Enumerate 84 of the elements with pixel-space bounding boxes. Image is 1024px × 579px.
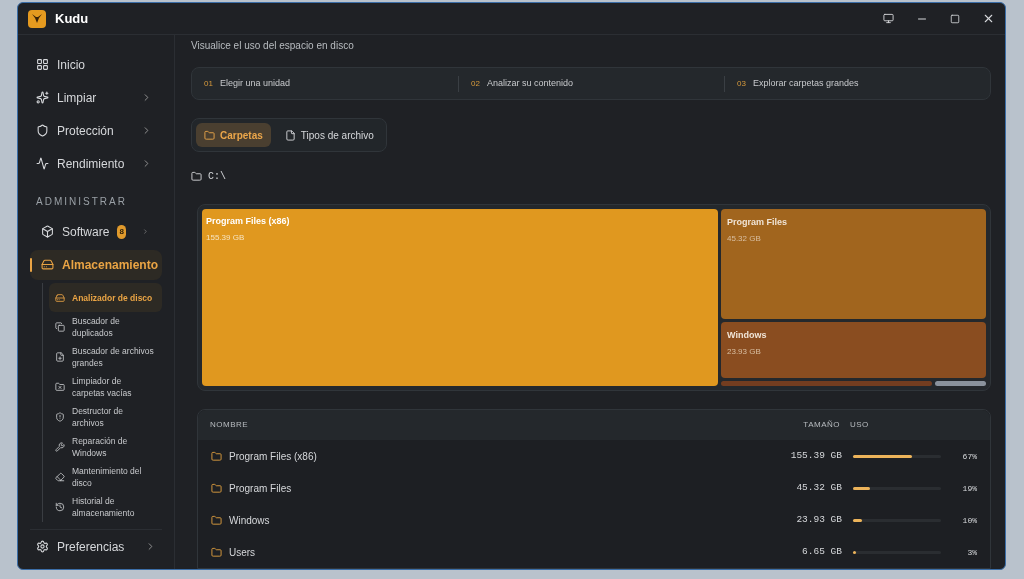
tile-name: Program Files — [727, 216, 789, 230]
column-header: USO — [850, 419, 870, 431]
table-row[interactable]: Program Files 45.32 GB 19% — [198, 473, 990, 504]
page-subtitle: Visualice el uso del espacio en disco — [191, 39, 355, 53]
maximize-icon — [950, 13, 960, 24]
submenu-item[interactable]: Buscador de archivos grandes — [49, 342, 162, 372]
copy-icon — [55, 322, 65, 332]
folder-name: Program Files (x86) — [229, 450, 318, 464]
wrench-icon — [55, 442, 65, 452]
monitor-icon — [882, 13, 894, 24]
column-header: TAMAÑO — [803, 419, 840, 431]
sidebar-item[interactable]: Almacenamiento — [30, 249, 162, 280]
usage-percent: 10% — [961, 514, 977, 527]
step-number: 03 — [737, 77, 746, 90]
view-tab[interactable]: Carpetas — [196, 123, 271, 148]
sidebar-item[interactable]: Software 8 — [30, 216, 162, 247]
submenu-item[interactable]: Reparación de Windows — [49, 432, 162, 462]
tile-name: Program Files (x86) — [206, 215, 291, 229]
treemap-tile[interactable] — [935, 381, 986, 386]
file-icon — [284, 129, 296, 141]
shield-alert-icon — [55, 412, 65, 422]
folder-name: Windows — [229, 514, 271, 528]
history-icon — [55, 502, 65, 512]
drive-icon — [41, 258, 54, 271]
sparkles-icon — [36, 91, 49, 104]
sidebar-item[interactable]: Protección — [30, 114, 162, 147]
treemap-tile[interactable] — [721, 381, 932, 386]
table-row[interactable]: Windows 23.93 GB 10% — [198, 505, 990, 536]
submenu-item[interactable]: Destructor de archivos — [49, 402, 162, 432]
file-plus-icon — [55, 352, 65, 362]
sidebar-item[interactable]: Inicio — [30, 48, 162, 81]
step-number: 02 — [471, 77, 480, 90]
folder-icon — [211, 451, 222, 462]
eraser-icon — [55, 472, 65, 482]
sidebar-item[interactable]: Limpiar — [30, 81, 162, 114]
folder-size: 23.93 GB — [796, 513, 842, 528]
column-header: NOMBRE — [210, 419, 250, 431]
usage-percent: 67% — [961, 450, 977, 463]
step-label: Analizar su contenido — [486, 76, 573, 90]
folder-name: Program Files — [229, 482, 293, 496]
folder-x-icon — [55, 382, 65, 392]
drive-icon — [55, 292, 65, 303]
tile-name: Windows — [727, 329, 768, 343]
folder-size: 6.65 GB — [802, 545, 842, 560]
submenu-item[interactable]: Limpiador de carpetas vacías — [49, 372, 162, 402]
step-label: Elegir una unidad — [219, 76, 290, 90]
app-logo — [28, 9, 46, 28]
folder-size: 155.39 GB — [790, 449, 842, 464]
pulse-icon — [36, 157, 49, 170]
folder-icon — [211, 515, 222, 526]
current-path: C:\ — [208, 170, 226, 185]
chevron-icon — [142, 226, 149, 237]
window-title: Kudu — [55, 9, 89, 28]
folder-icon — [211, 547, 222, 558]
section-label: ADMINISTRAR — [35, 195, 128, 209]
grid-icon — [36, 58, 49, 71]
treemap-tile[interactable]: Windows 23.93 GB — [721, 322, 986, 379]
tile-size: 45.32 GB — [727, 232, 762, 245]
shield-icon — [36, 124, 49, 137]
table-row[interactable]: Program Files (x86) 155.39 GB 67% — [198, 441, 990, 472]
submenu-item[interactable]: Mantenimiento del disco — [49, 462, 162, 492]
usage-percent: 19% — [961, 482, 977, 495]
cube-icon — [41, 225, 54, 238]
folder-size: 45.32 GB — [796, 481, 842, 496]
submenu-item[interactable]: Historial de almacenamiento — [49, 492, 162, 522]
treemap-tile[interactable]: Program Files 45.32 GB — [721, 209, 986, 320]
folder-icon — [211, 483, 222, 494]
tile-size: 155.39 GB — [206, 231, 246, 244]
settings-icon — [36, 540, 49, 553]
sidebar-item[interactable]: Rendimiento — [30, 147, 162, 180]
preferences-item[interactable]: Preferencias — [30, 529, 162, 559]
folder-icon — [191, 171, 202, 183]
table-row[interactable]: Users 6.65 GB 3% — [198, 537, 990, 568]
count-badge: 8 — [117, 224, 127, 239]
step-label: Explorar carpetas grandes — [752, 76, 859, 90]
submenu-item[interactable]: Buscador de duplicados — [49, 312, 162, 342]
tile-size: 23.93 GB — [727, 345, 762, 358]
view-tab[interactable]: Tipos de archivo — [276, 123, 382, 148]
step-number: 01 — [204, 77, 213, 90]
submenu-item[interactable]: Analizador de disco — [49, 283, 162, 312]
folder-name: Users — [229, 546, 257, 560]
usage-percent: 3% — [966, 546, 977, 559]
folder-icon — [204, 129, 215, 141]
selection-indicator — [30, 257, 32, 272]
